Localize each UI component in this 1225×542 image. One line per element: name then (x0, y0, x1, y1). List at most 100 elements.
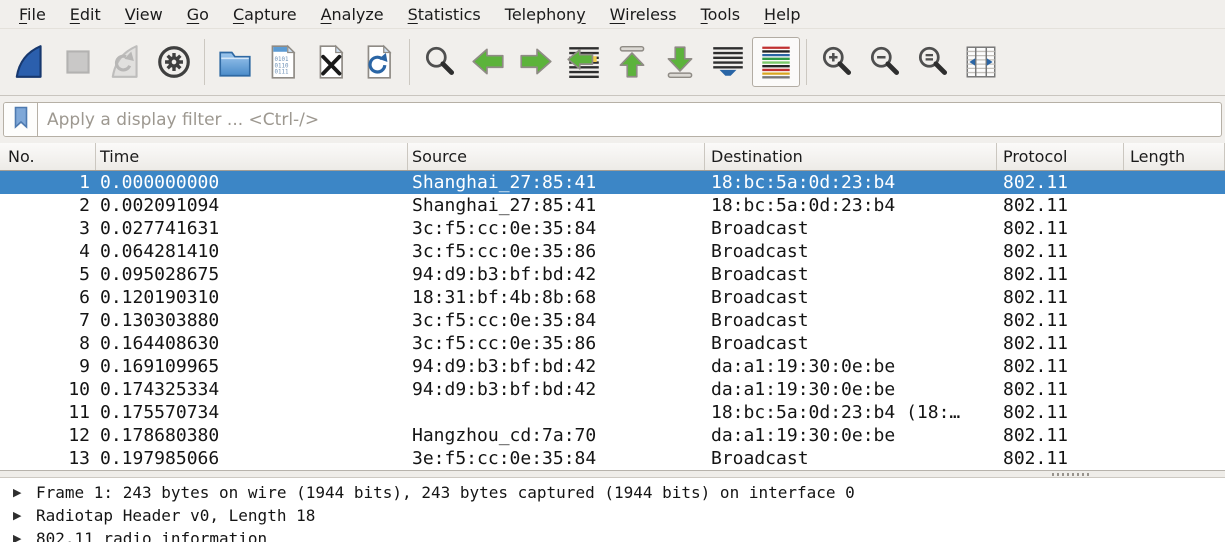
gear-icon (155, 43, 193, 81)
save-file-icon: 010101100111 (264, 43, 302, 81)
cell-no: 9 (0, 356, 96, 377)
zoom-out-button[interactable] (861, 37, 909, 87)
menu-telephony[interactable]: Telephony (493, 3, 598, 26)
autoscroll-icon (709, 43, 747, 81)
menu-view[interactable]: View (113, 3, 175, 26)
cell-time: 0.095028675 (96, 264, 408, 285)
open-file-button[interactable] (211, 37, 259, 87)
cell-time: 0.027741631 (96, 218, 408, 239)
cell-protocol: 802.11 (997, 287, 1124, 308)
zoom-out-icon (866, 43, 904, 81)
menu-file[interactable]: File (7, 3, 58, 26)
cell-source: Shanghai_27:85:41 (408, 195, 705, 216)
zoom-reset-button[interactable] (909, 37, 957, 87)
arrow-jump-icon (565, 43, 603, 81)
cell-no: 12 (0, 425, 96, 446)
packet-row[interactable]: 30.0277416313c:f5:cc:0e:35:84Broadcast80… (0, 217, 1225, 240)
cell-time: 0.064281410 (96, 241, 408, 262)
zoom-reset-icon (914, 43, 952, 81)
packet-row[interactable]: 100.17432533494:d9:b3:bf:bd:42da:a1:19:3… (0, 378, 1225, 401)
cell-protocol: 802.11 (997, 356, 1124, 377)
filter-bookmark-button[interactable] (4, 103, 38, 136)
column-header-source[interactable]: Source (408, 143, 705, 170)
reload-file-button[interactable] (355, 37, 403, 87)
display-filter-field (3, 102, 1222, 137)
expand-arrow-icon[interactable]: ▶ (13, 509, 36, 522)
cell-protocol: 802.11 (997, 448, 1124, 469)
colorize-button[interactable] (752, 37, 800, 87)
svg-text:0101: 0101 (275, 57, 289, 63)
packet-row[interactable]: 110.17557073418:bc:5a:0d:23:b4 (18:…802.… (0, 401, 1225, 424)
menu-statistics[interactable]: Statistics (396, 3, 493, 26)
column-header-protocol[interactable]: Protocol (997, 143, 1124, 170)
go-first-packet-button[interactable] (608, 37, 656, 87)
packet-row[interactable]: 10.000000000Shanghai_27:85:4118:bc:5a:0d… (0, 171, 1225, 194)
detail-row[interactable]: ▶Frame 1: 243 bytes on wire (1944 bits),… (0, 481, 1225, 504)
go-to-packet-button[interactable] (560, 37, 608, 87)
cell-no: 13 (0, 448, 96, 469)
cell-protocol: 802.11 (997, 264, 1124, 285)
column-header-time[interactable]: Time (96, 143, 408, 170)
go-back-button[interactable] (464, 37, 512, 87)
column-header-length[interactable]: Length (1124, 143, 1225, 170)
cell-destination: da:a1:19:30:0e:be (705, 379, 997, 400)
cell-destination: 18:bc:5a:0d:23:b4 (705, 195, 997, 216)
display-filter-input[interactable] (38, 103, 1221, 136)
toolbar-separator (204, 39, 205, 85)
cell-no: 6 (0, 287, 96, 308)
cell-no: 4 (0, 241, 96, 262)
cell-protocol: 802.11 (997, 402, 1124, 423)
close-file-button[interactable] (307, 37, 355, 87)
menu-tools[interactable]: Tools (689, 3, 752, 26)
stop-capture-button (54, 37, 102, 87)
cell-destination: Broadcast (705, 241, 997, 262)
cell-no: 5 (0, 264, 96, 285)
cell-source: Hangzhou_cd:7a:70 (408, 425, 705, 446)
packet-list-rows: 10.000000000Shanghai_27:85:4118:bc:5a:0d… (0, 171, 1225, 470)
auto-scroll-button[interactable] (704, 37, 752, 87)
cell-source: 3e:f5:cc:0e:35:84 (408, 448, 705, 469)
cell-time: 0.130303880 (96, 310, 408, 331)
packet-row[interactable]: 60.12019031018:31:bf:4b:8b:68Broadcast80… (0, 286, 1225, 309)
cell-no: 2 (0, 195, 96, 216)
packet-row[interactable]: 50.09502867594:d9:b3:bf:bd:42Broadcast80… (0, 263, 1225, 286)
packet-row[interactable]: 120.178680380Hangzhou_cd:7a:70da:a1:19:3… (0, 424, 1225, 447)
column-header-no[interactable]: No. (0, 143, 96, 170)
menu-capture[interactable]: Capture (221, 3, 309, 26)
menu-edit[interactable]: Edit (58, 3, 113, 26)
packet-row[interactable]: 40.0642814103c:f5:cc:0e:35:86Broadcast80… (0, 240, 1225, 263)
zoom-in-button[interactable] (813, 37, 861, 87)
packet-row[interactable]: 90.16910996594:d9:b3:bf:bd:42da:a1:19:30… (0, 355, 1225, 378)
cell-source: 94:d9:b3:bf:bd:42 (408, 356, 705, 377)
start-capture-button[interactable] (6, 37, 54, 87)
menu-help[interactable]: Help (752, 3, 812, 26)
packet-row[interactable]: 20.002091094Shanghai_27:85:4118:bc:5a:0d… (0, 194, 1225, 217)
save-file-button[interactable]: 010101100111 (259, 37, 307, 87)
cell-source: 3c:f5:cc:0e:35:86 (408, 333, 705, 354)
expand-arrow-icon[interactable]: ▶ (13, 532, 36, 542)
cell-destination: Broadcast (705, 333, 997, 354)
find-packet-button[interactable] (416, 37, 464, 87)
toolbar-separator (806, 39, 807, 85)
pane-splitter[interactable] (0, 470, 1225, 478)
menu-go[interactable]: Go (175, 3, 221, 26)
packet-row[interactable]: 80.1644086303c:f5:cc:0e:35:86Broadcast80… (0, 332, 1225, 355)
cell-destination: Broadcast (705, 264, 997, 285)
arrow-top-icon (613, 43, 651, 81)
expand-arrow-icon[interactable]: ▶ (13, 486, 36, 499)
cell-protocol: 802.11 (997, 333, 1124, 354)
menu-analyze[interactable]: Analyze (309, 3, 396, 26)
menu-wireless[interactable]: Wireless (598, 3, 689, 26)
detail-row[interactable]: ▶802.11 radio information (0, 527, 1225, 542)
capture-options-button[interactable] (150, 37, 198, 87)
resize-columns-button[interactable] (957, 37, 1005, 87)
packet-row[interactable]: 70.1303038803c:f5:cc:0e:35:84Broadcast80… (0, 309, 1225, 332)
go-forward-button[interactable] (512, 37, 560, 87)
filter-bar (0, 96, 1225, 143)
detail-row[interactable]: ▶Radiotap Header v0, Length 18 (0, 504, 1225, 527)
arrow-left-icon (469, 43, 507, 81)
column-header-destination[interactable]: Destination (705, 143, 997, 170)
cell-destination: 18:bc:5a:0d:23:b4 (705, 172, 997, 193)
go-last-packet-button[interactable] (656, 37, 704, 87)
packet-row[interactable]: 130.1979850663e:f5:cc:0e:35:84Broadcast8… (0, 447, 1225, 470)
